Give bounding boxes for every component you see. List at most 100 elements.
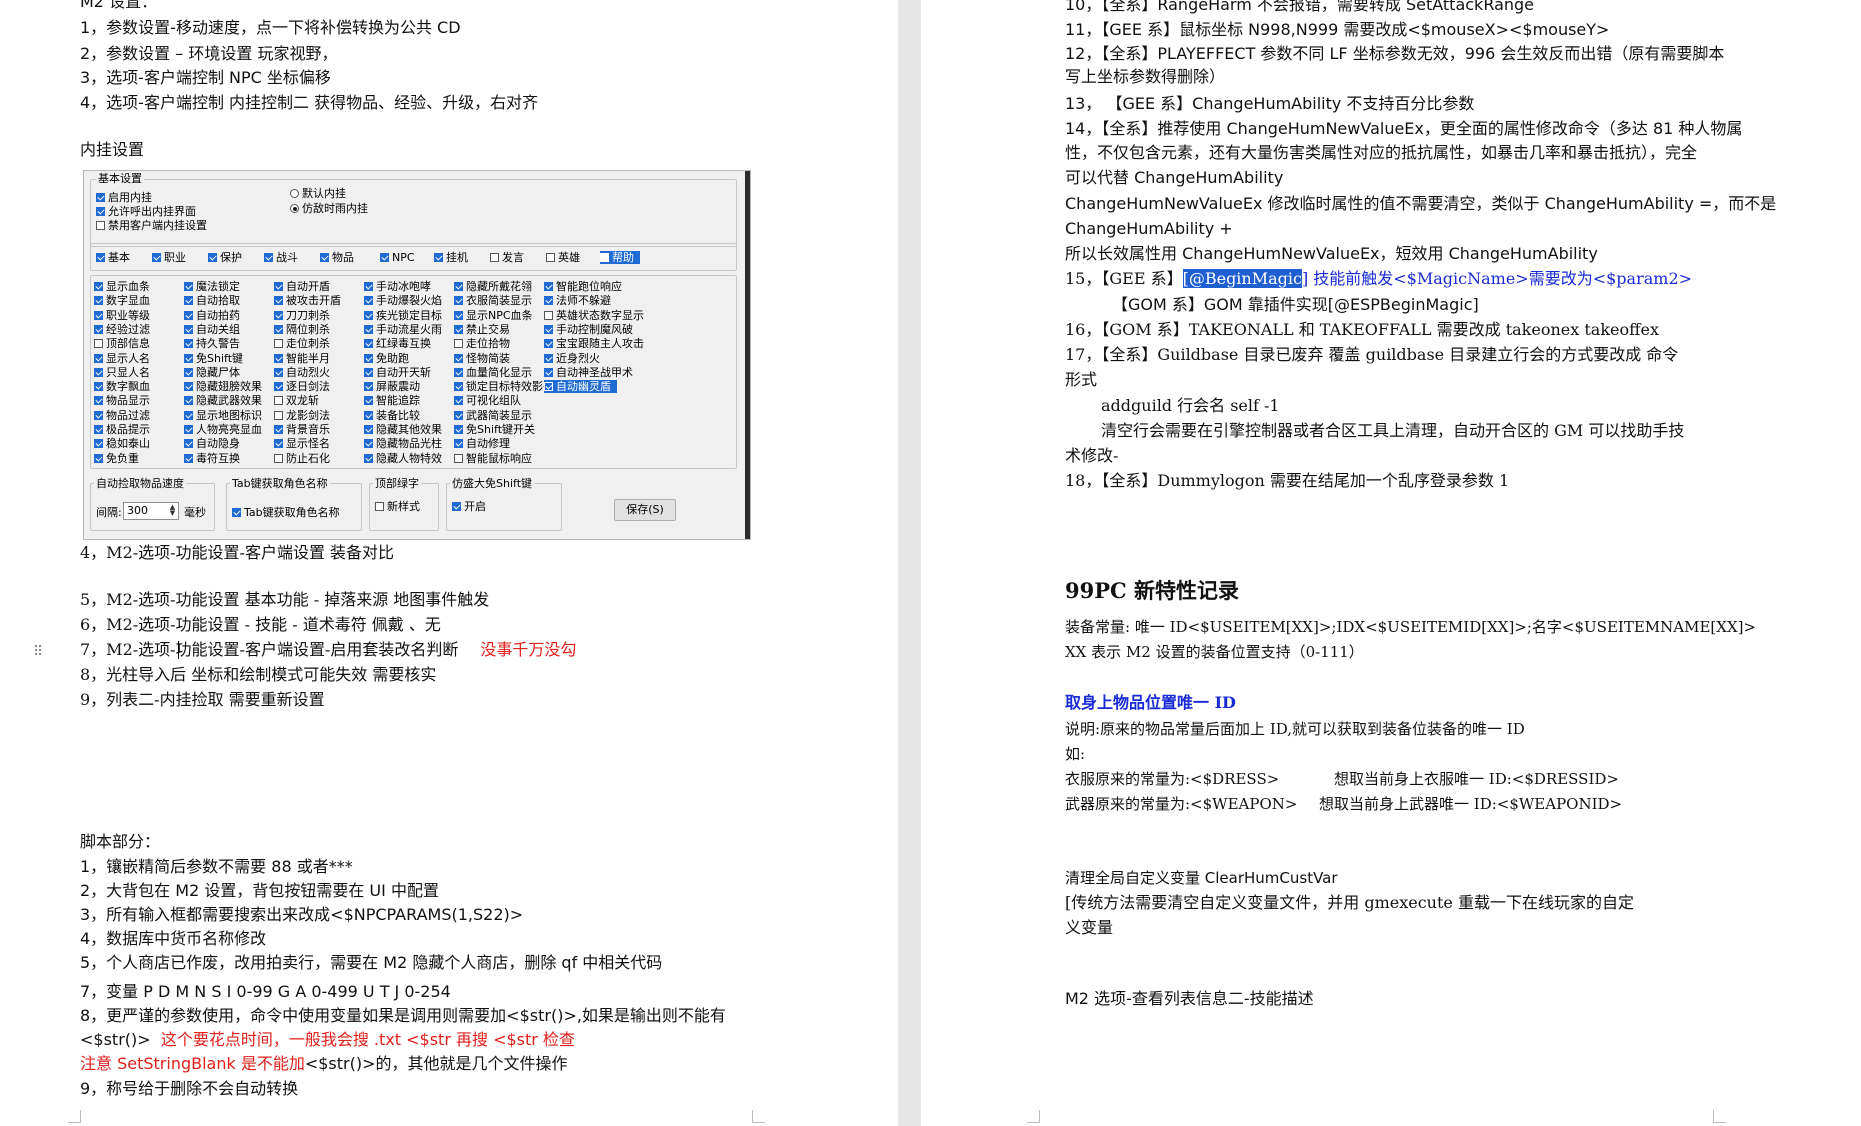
allow-call-checkbox[interactable]: 允许呼出内挂界面	[96, 205, 196, 218]
option-checkbox[interactable]: 疾光锁定目标	[364, 309, 442, 322]
document-page-left[interactable]: M2 设置： 1，参数设置-移动速度，点一下将补偿转换为公共 CD 2，参数设置…	[0, 0, 898, 1126]
crop-mark	[1027, 1110, 1040, 1123]
option-checkbox[interactable]: 龙影剑法	[274, 409, 330, 422]
option-checkbox[interactable]: 逐日剑法	[274, 380, 330, 393]
option-checkbox[interactable]: 隐藏武器效果	[184, 394, 262, 407]
option-checkbox[interactable]: 智能鼠标响应	[454, 452, 532, 465]
option-checkbox[interactable]: 显示地图标识	[184, 409, 262, 422]
option-checkbox[interactable]: 显示怪名	[274, 437, 330, 450]
option-checkbox[interactable]: 免Shift键	[184, 352, 243, 365]
new-style-checkbox[interactable]: 新样式	[375, 500, 420, 513]
spinner-icon[interactable]: ▲ ▼	[168, 504, 177, 517]
option-checkbox[interactable]: 自动开天斩	[364, 366, 431, 379]
option-checkbox[interactable]: 自动修理	[454, 437, 510, 450]
option-checkbox[interactable]: 自动幽灵盾	[544, 380, 617, 394]
option-checkbox[interactable]: 顶部信息	[94, 337, 150, 350]
option-checkbox[interactable]: 自动拾取	[184, 294, 240, 307]
option-checkbox[interactable]: 人物亮亮显血	[184, 423, 262, 436]
option-checkbox[interactable]: 经验过滤	[94, 323, 150, 336]
option-checkbox[interactable]: 数字显血	[94, 294, 150, 307]
option-checkbox[interactable]: 屏蔽震动	[364, 380, 420, 393]
radio-default-plugin[interactable]: 默认内挂	[290, 187, 346, 200]
tab-2[interactable]: 保护	[208, 251, 242, 264]
option-checkbox[interactable]: 稳如泰山	[94, 437, 150, 450]
option-checkbox[interactable]: 法师不躲避	[544, 294, 611, 307]
option-checkbox[interactable]: 走位拾物	[454, 337, 510, 350]
option-checkbox[interactable]: 走位刺杀	[274, 337, 330, 350]
option-checkbox[interactable]: 英雄状态数字显示	[544, 309, 644, 322]
option-checkbox[interactable]: 智能追踪	[364, 394, 420, 407]
option-checkbox[interactable]: 手动控制魔风破	[544, 323, 633, 336]
option-checkbox[interactable]: 可视化组队	[454, 394, 521, 407]
option-checkbox[interactable]: 免助跑	[364, 352, 409, 365]
tab-1[interactable]: 职业	[152, 251, 186, 264]
option-checkbox[interactable]: 隐藏物品光柱	[364, 437, 442, 450]
option-checkbox[interactable]: 双龙斩	[274, 394, 319, 407]
drag-handle-icon[interactable]: ⠿	[33, 644, 43, 660]
option-checkbox[interactable]: 背景音乐	[274, 423, 330, 436]
tab-7[interactable]: 发言	[490, 251, 524, 264]
option-checkbox[interactable]: 自动关组	[184, 323, 240, 336]
option-checkbox[interactable]: 隐藏尸体	[184, 366, 240, 379]
option-checkbox[interactable]: 毒符互换	[184, 452, 240, 465]
option-checkbox[interactable]: 隐藏翅膀效果	[184, 380, 262, 393]
option-checkbox[interactable]: 隔位刺杀	[274, 323, 330, 336]
option-checkbox[interactable]: 近身烈火	[544, 352, 600, 365]
document-page-right[interactable]: 10，【全系】RangeHarm 不会报错，需要转成 SetAttackRang…	[921, 0, 1861, 1126]
tab-5[interactable]: NPC	[380, 251, 415, 264]
option-checkbox[interactable]: 隐藏其他效果	[364, 423, 442, 436]
option-checkbox[interactable]: 隐藏所戴花翎	[454, 280, 532, 293]
option-checkbox[interactable]: 禁止交易	[454, 323, 510, 336]
option-checkbox[interactable]: 武器简装显示	[454, 409, 532, 422]
option-checkbox[interactable]: 显示血条	[94, 280, 150, 293]
option-checkbox[interactable]: 装备比较	[364, 409, 420, 422]
option-checkbox[interactable]: 血量简化显示	[454, 366, 532, 379]
option-checkbox[interactable]: 自动神圣战甲术	[544, 366, 633, 379]
save-button[interactable]: 保存(S)	[614, 499, 676, 521]
tab-6[interactable]: 挂机	[434, 251, 468, 264]
option-checkbox[interactable]: 自动拍药	[184, 309, 240, 322]
option-checkbox[interactable]: 智能跑位响应	[544, 280, 622, 293]
option-checkbox[interactable]: 锁定目标特效影子	[454, 380, 554, 393]
option-checkbox[interactable]: 手动流星火雨	[364, 323, 442, 336]
tab-4[interactable]: 物品	[320, 251, 354, 264]
option-checkbox[interactable]: 免Shift键开关	[454, 423, 535, 436]
option-checkbox[interactable]: 怪物简装	[454, 352, 510, 365]
tab-8[interactable]: 英雄	[546, 251, 580, 264]
tab-9[interactable]: 帮助	[600, 251, 640, 264]
option-checkbox[interactable]: 显示人名	[94, 352, 150, 365]
option-checkbox[interactable]: 红绿毒互换	[364, 337, 431, 350]
radio-sim-plugin[interactable]: 仿敌时雨内挂	[290, 202, 368, 215]
interval-input[interactable]: 300 ▲ ▼	[123, 502, 179, 520]
option-checkbox[interactable]: 物品显示	[94, 394, 150, 407]
option-checkbox[interactable]: 显示NPC血条	[454, 309, 533, 322]
tab-name-checkbox[interactable]: Tab键获取角色名称	[232, 506, 340, 519]
option-checkbox[interactable]: 持久警告	[184, 337, 240, 350]
option-checkbox[interactable]: 衣服简装显示	[454, 294, 532, 307]
enable-plugin-checkbox[interactable]: 启用内挂	[96, 191, 152, 204]
option-checkbox[interactable]: 自动开盾	[274, 280, 330, 293]
option-checkbox[interactable]: 刀刀刺杀	[274, 309, 330, 322]
tab-3[interactable]: 战斗	[264, 251, 298, 264]
option-checkbox[interactable]: 职业等级	[94, 309, 150, 322]
option-checkbox[interactable]: 隐藏人物特效	[364, 452, 442, 465]
option-checkbox[interactable]: 极品提示	[94, 423, 150, 436]
selected-text[interactable]: [@BeginMagic	[1182, 269, 1302, 288]
option-checkbox[interactable]: 被攻击开盾	[274, 294, 341, 307]
option-checkbox[interactable]: 防止石化	[274, 452, 330, 465]
option-checkbox[interactable]: 只显人名	[94, 366, 150, 379]
option-checkbox[interactable]: 数字飘血	[94, 380, 150, 393]
option-checkbox[interactable]: 物品过滤	[94, 409, 150, 422]
option-checkbox[interactable]: 魔法锁定	[184, 280, 240, 293]
option-checkbox[interactable]: 手动爆裂火焰	[364, 294, 442, 307]
tab-0[interactable]: 基本	[96, 251, 130, 264]
disable-client-checkbox[interactable]: 禁用客户端内挂设置	[96, 219, 207, 232]
option-checkbox[interactable]: 自动烈火	[274, 366, 330, 379]
option-checkbox[interactable]: 宝宝跟随主人攻击	[544, 337, 644, 350]
option-checkbox[interactable]: 自动隐身	[184, 437, 240, 450]
option-checkbox[interactable]: 手动冰咆哮	[364, 280, 431, 293]
option-checkbox[interactable]: 免负重	[94, 452, 139, 465]
option-checkbox[interactable]: 智能半月	[274, 352, 330, 365]
shift-enable-checkbox[interactable]: 开启	[452, 500, 486, 513]
note-item-14-b: 性，不仅包含元素，还有大量伤害类属性对应的抵抗属性，如暴击几率和暴击抵抗），完全	[1065, 143, 1698, 162]
